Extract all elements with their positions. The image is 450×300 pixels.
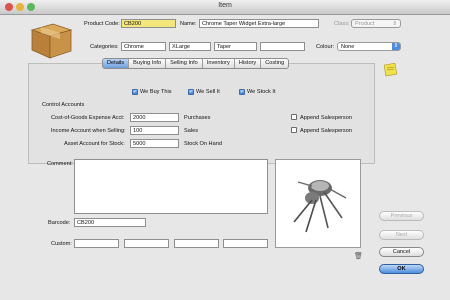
tab-inventory[interactable]: Inventory [203,59,235,68]
colour-label: Colour: [316,44,335,50]
product-code-label: Product Code: [84,21,120,27]
tab-history[interactable]: History [235,59,262,68]
note-icon[interactable] [384,63,398,77]
colour-select-value: None [341,44,355,50]
cogs-account-input[interactable]: 2000 [130,113,179,122]
category-field-2[interactable]: XLarge [169,42,211,51]
product-code-input[interactable]: CB200 [121,19,176,28]
custom-label: Custom: [51,241,72,247]
item-box-icon [30,23,73,59]
tab-details[interactable]: Details [103,59,130,68]
append-salesperson-label-1: Append Salesperson [300,115,352,121]
append-salesperson-label-2: Append Salesperson [300,128,352,134]
widget-image [293,180,347,233]
item-image-well[interactable] [275,159,361,248]
tab-buying-info[interactable]: Buying Info [129,59,167,68]
trash-icon[interactable]: 🗑 [354,252,363,260]
comment-label: Comment: [47,161,73,167]
cancel-button[interactable]: Cancel [379,247,424,257]
cogs-account-label: Cost-of-Goods Expense Acct: [51,115,125,121]
custom-field-2[interactable] [124,239,169,248]
append-salesperson-checkbox-1[interactable] [291,114,297,120]
barcode-input[interactable]: CB200 [74,218,146,227]
income-account-label: Income Account when Selling: [51,128,126,134]
we-buy-this-label: We Buy This [140,89,172,95]
ok-button[interactable]: OK [379,264,424,274]
next-button[interactable]: Next [379,230,424,240]
name-label: Name: [180,21,197,27]
window-title: Item [218,2,232,9]
asset-account-desc: Stock On Hand [184,141,222,147]
categories-label: Categories: [90,44,119,50]
comment-textarea[interactable] [74,159,268,214]
we-stock-it-checkbox[interactable]: ✓ [239,89,245,95]
we-sell-it-label: We Sell It [196,89,220,95]
asset-account-input[interactable]: 5000 [130,139,179,148]
income-account-desc: Sales [184,128,198,134]
tab-costing[interactable]: Costing [261,59,288,68]
chevron-updown-icon: ⇕ [392,43,400,50]
class-label: Class: [334,21,350,27]
cogs-account-desc: Purchases [184,115,211,121]
asset-account-label: Asset Account for Stock: [64,141,125,147]
name-input[interactable]: Chrome Taper Widget Extra-large [199,19,319,28]
chevron-updown-icon: ⇕ [392,21,397,27]
category-field-1[interactable]: Chrome [121,42,166,51]
tab-bar: Details Buying Info Selling Info Invento… [102,58,290,69]
previous-button[interactable]: Previous [379,211,424,221]
append-salesperson-checkbox-2[interactable] [291,127,297,133]
class-select[interactable]: Product ⇕ [351,19,401,28]
details-panel [28,63,375,164]
class-select-value: Product [355,21,375,27]
tab-selling-info[interactable]: Selling Info [166,59,203,68]
custom-field-4[interactable] [223,239,268,248]
category-field-3[interactable]: Taper [214,42,257,51]
barcode-label: Barcode: [48,220,71,226]
we-buy-this-checkbox[interactable]: ✓ [132,89,138,95]
control-accounts-heading: Control Accounts [42,102,85,108]
colour-select[interactable]: None ⇕ [337,42,401,51]
we-sell-it-checkbox[interactable]: ✓ [188,89,194,95]
income-account-input[interactable]: 100 [130,126,179,135]
custom-field-3[interactable] [174,239,219,248]
category-field-4[interactable] [260,42,305,51]
we-stock-it-label: We Stock It [247,89,276,95]
custom-field-1[interactable] [74,239,119,248]
